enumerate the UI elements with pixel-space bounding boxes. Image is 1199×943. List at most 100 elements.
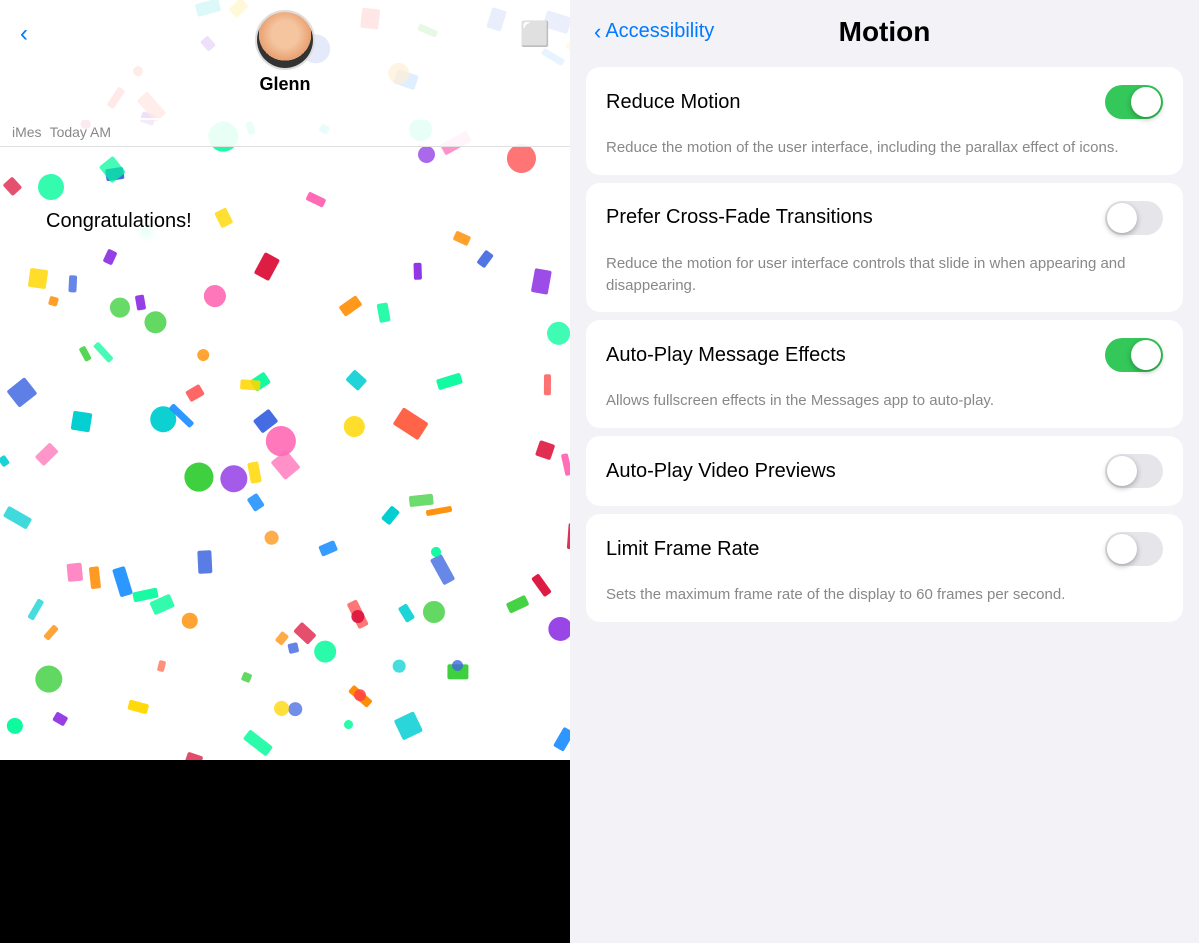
confetti-piece	[531, 573, 552, 597]
confetti-piece	[506, 595, 530, 614]
message-bar: iMes Today AM	[0, 118, 570, 147]
confetti-piece	[240, 379, 260, 391]
confetti-piece	[423, 600, 446, 623]
toggle-reduce-motion[interactable]	[1105, 85, 1163, 119]
setting-card-limit-frame-rate: Limit Frame RateSets the maximum frame r…	[586, 514, 1183, 622]
confetti-piece	[214, 207, 234, 228]
confetti-piece	[392, 408, 428, 441]
setting-desc-auto-play-message: Allows fullscreen effects in the Message…	[586, 390, 1183, 428]
avatar-face	[257, 12, 313, 68]
setting-desc-cross-fade: Reduce the motion for user interface con…	[586, 253, 1183, 313]
setting-card-cross-fade: Prefer Cross-Fade Transitions Reduce the …	[586, 183, 1183, 313]
confetti-piece	[271, 698, 292, 719]
confetti-piece	[200, 281, 230, 311]
setting-row-reduce-motion: Reduce Motion	[586, 67, 1183, 137]
confetti-piece	[181, 459, 217, 495]
confetti-piece	[93, 342, 113, 363]
phone-top-bar: ‹ ⬜ Glenn	[0, 0, 570, 120]
setting-row-cross-fade: Prefer Cross-Fade Transitions	[586, 183, 1183, 253]
setting-row-auto-play-video: Auto-Play Video Previews	[586, 436, 1183, 506]
confetti-piece	[79, 346, 93, 363]
setting-card-auto-play-video: Auto-Play Video Previews	[586, 436, 1183, 506]
left-panel: ‹ ⬜ Glenn iMes Today AM Congratulations!	[0, 0, 570, 943]
confetti-piece	[28, 598, 45, 621]
confetti-piece	[287, 642, 299, 654]
black-bar	[0, 760, 570, 943]
toggle-auto-play-message[interactable]	[1105, 338, 1163, 372]
confetti-piece	[195, 346, 212, 363]
confetti-piece	[111, 565, 132, 596]
message-time-label: Today AM	[50, 124, 111, 140]
back-button[interactable]: ‹ Accessibility	[594, 20, 714, 43]
confetti-piece	[6, 717, 24, 735]
confetti-piece	[128, 699, 150, 714]
right-panel: ‹ Accessibility Motion Reduce MotionRedu…	[570, 0, 1199, 943]
top-icons: ⬜	[520, 20, 550, 49]
confetti-piece	[561, 453, 570, 475]
setting-row-auto-play-message: Auto-Play Message Effects	[586, 320, 1183, 390]
confetti-piece	[305, 191, 326, 208]
confetti-piece	[0, 454, 10, 467]
setting-label-limit-frame-rate: Limit Frame Rate	[606, 538, 759, 561]
confetti-piece	[477, 250, 494, 269]
setting-label-auto-play-video: Auto-Play Video Previews	[606, 460, 836, 483]
confetti-piece	[140, 307, 171, 338]
confetti-piece	[426, 506, 452, 517]
contact-name: Glenn	[259, 74, 310, 95]
confetti-piece	[397, 603, 414, 623]
confetti-piece	[30, 660, 68, 698]
toggle-thumb-auto-play-message	[1131, 340, 1161, 370]
confetti-piece	[531, 268, 552, 295]
back-icon[interactable]: ‹	[20, 20, 28, 48]
confetti-piece	[2, 506, 31, 530]
video-icon[interactable]: ⬜	[520, 20, 550, 49]
back-chevron-icon: ‹	[594, 21, 601, 43]
setting-label-reduce-motion: Reduce Motion	[606, 91, 741, 114]
confetti-piece	[157, 660, 166, 673]
confetti-piece	[340, 413, 368, 441]
confetti-piece	[380, 505, 399, 525]
confetti-piece	[185, 383, 205, 402]
confetti-piece	[37, 173, 65, 201]
confetti-piece	[182, 752, 204, 760]
confetti-piece	[436, 373, 463, 391]
confetti-piece	[544, 374, 551, 395]
confetti-piece	[253, 252, 280, 281]
confetti-piece	[89, 566, 101, 589]
confetti-piece	[67, 563, 84, 582]
setting-row-limit-frame-rate: Limit Frame Rate	[586, 514, 1183, 584]
confetti-piece	[3, 176, 23, 196]
toggle-thumb-limit-frame-rate	[1107, 534, 1137, 564]
toggle-cross-fade[interactable]	[1105, 201, 1163, 235]
toggle-thumb-cross-fade	[1107, 203, 1137, 233]
confetti-piece	[293, 622, 316, 645]
toggle-thumb-reduce-motion	[1131, 87, 1161, 117]
confetti-piece	[417, 145, 435, 163]
confetti-piece	[263, 529, 281, 547]
confetti-piece	[240, 672, 252, 684]
setting-card-reduce-motion: Reduce MotionReduce the motion of the us…	[586, 67, 1183, 175]
confetti-piece	[243, 729, 274, 756]
settings-content: Reduce MotionReduce the motion of the us…	[570, 59, 1199, 630]
confetti-piece	[408, 493, 433, 506]
confetti-piece	[339, 295, 363, 317]
confetti-piece	[108, 297, 131, 320]
message-app-label: iMes	[12, 124, 42, 140]
confetti-piece	[553, 727, 570, 752]
confetti-piece	[247, 493, 265, 512]
confetti-piece	[393, 660, 406, 673]
settings-header: ‹ Accessibility Motion	[570, 0, 1199, 59]
confetti-piece	[247, 461, 262, 484]
confetti-piece	[71, 411, 93, 433]
message-bubble: Congratulations!	[30, 200, 208, 243]
toggle-limit-frame-rate[interactable]	[1105, 532, 1163, 566]
message-header: iMes Today AM	[12, 124, 558, 140]
confetti-piece	[103, 248, 118, 265]
toggle-thumb-auto-play-video	[1107, 456, 1137, 486]
setting-label-cross-fade: Prefer Cross-Fade Transitions	[606, 206, 873, 229]
toggle-auto-play-video[interactable]	[1105, 454, 1163, 488]
confetti-piece	[35, 442, 59, 466]
confetti-piece	[393, 711, 422, 740]
confetti-piece	[319, 540, 339, 556]
confetti-piece	[52, 712, 68, 727]
